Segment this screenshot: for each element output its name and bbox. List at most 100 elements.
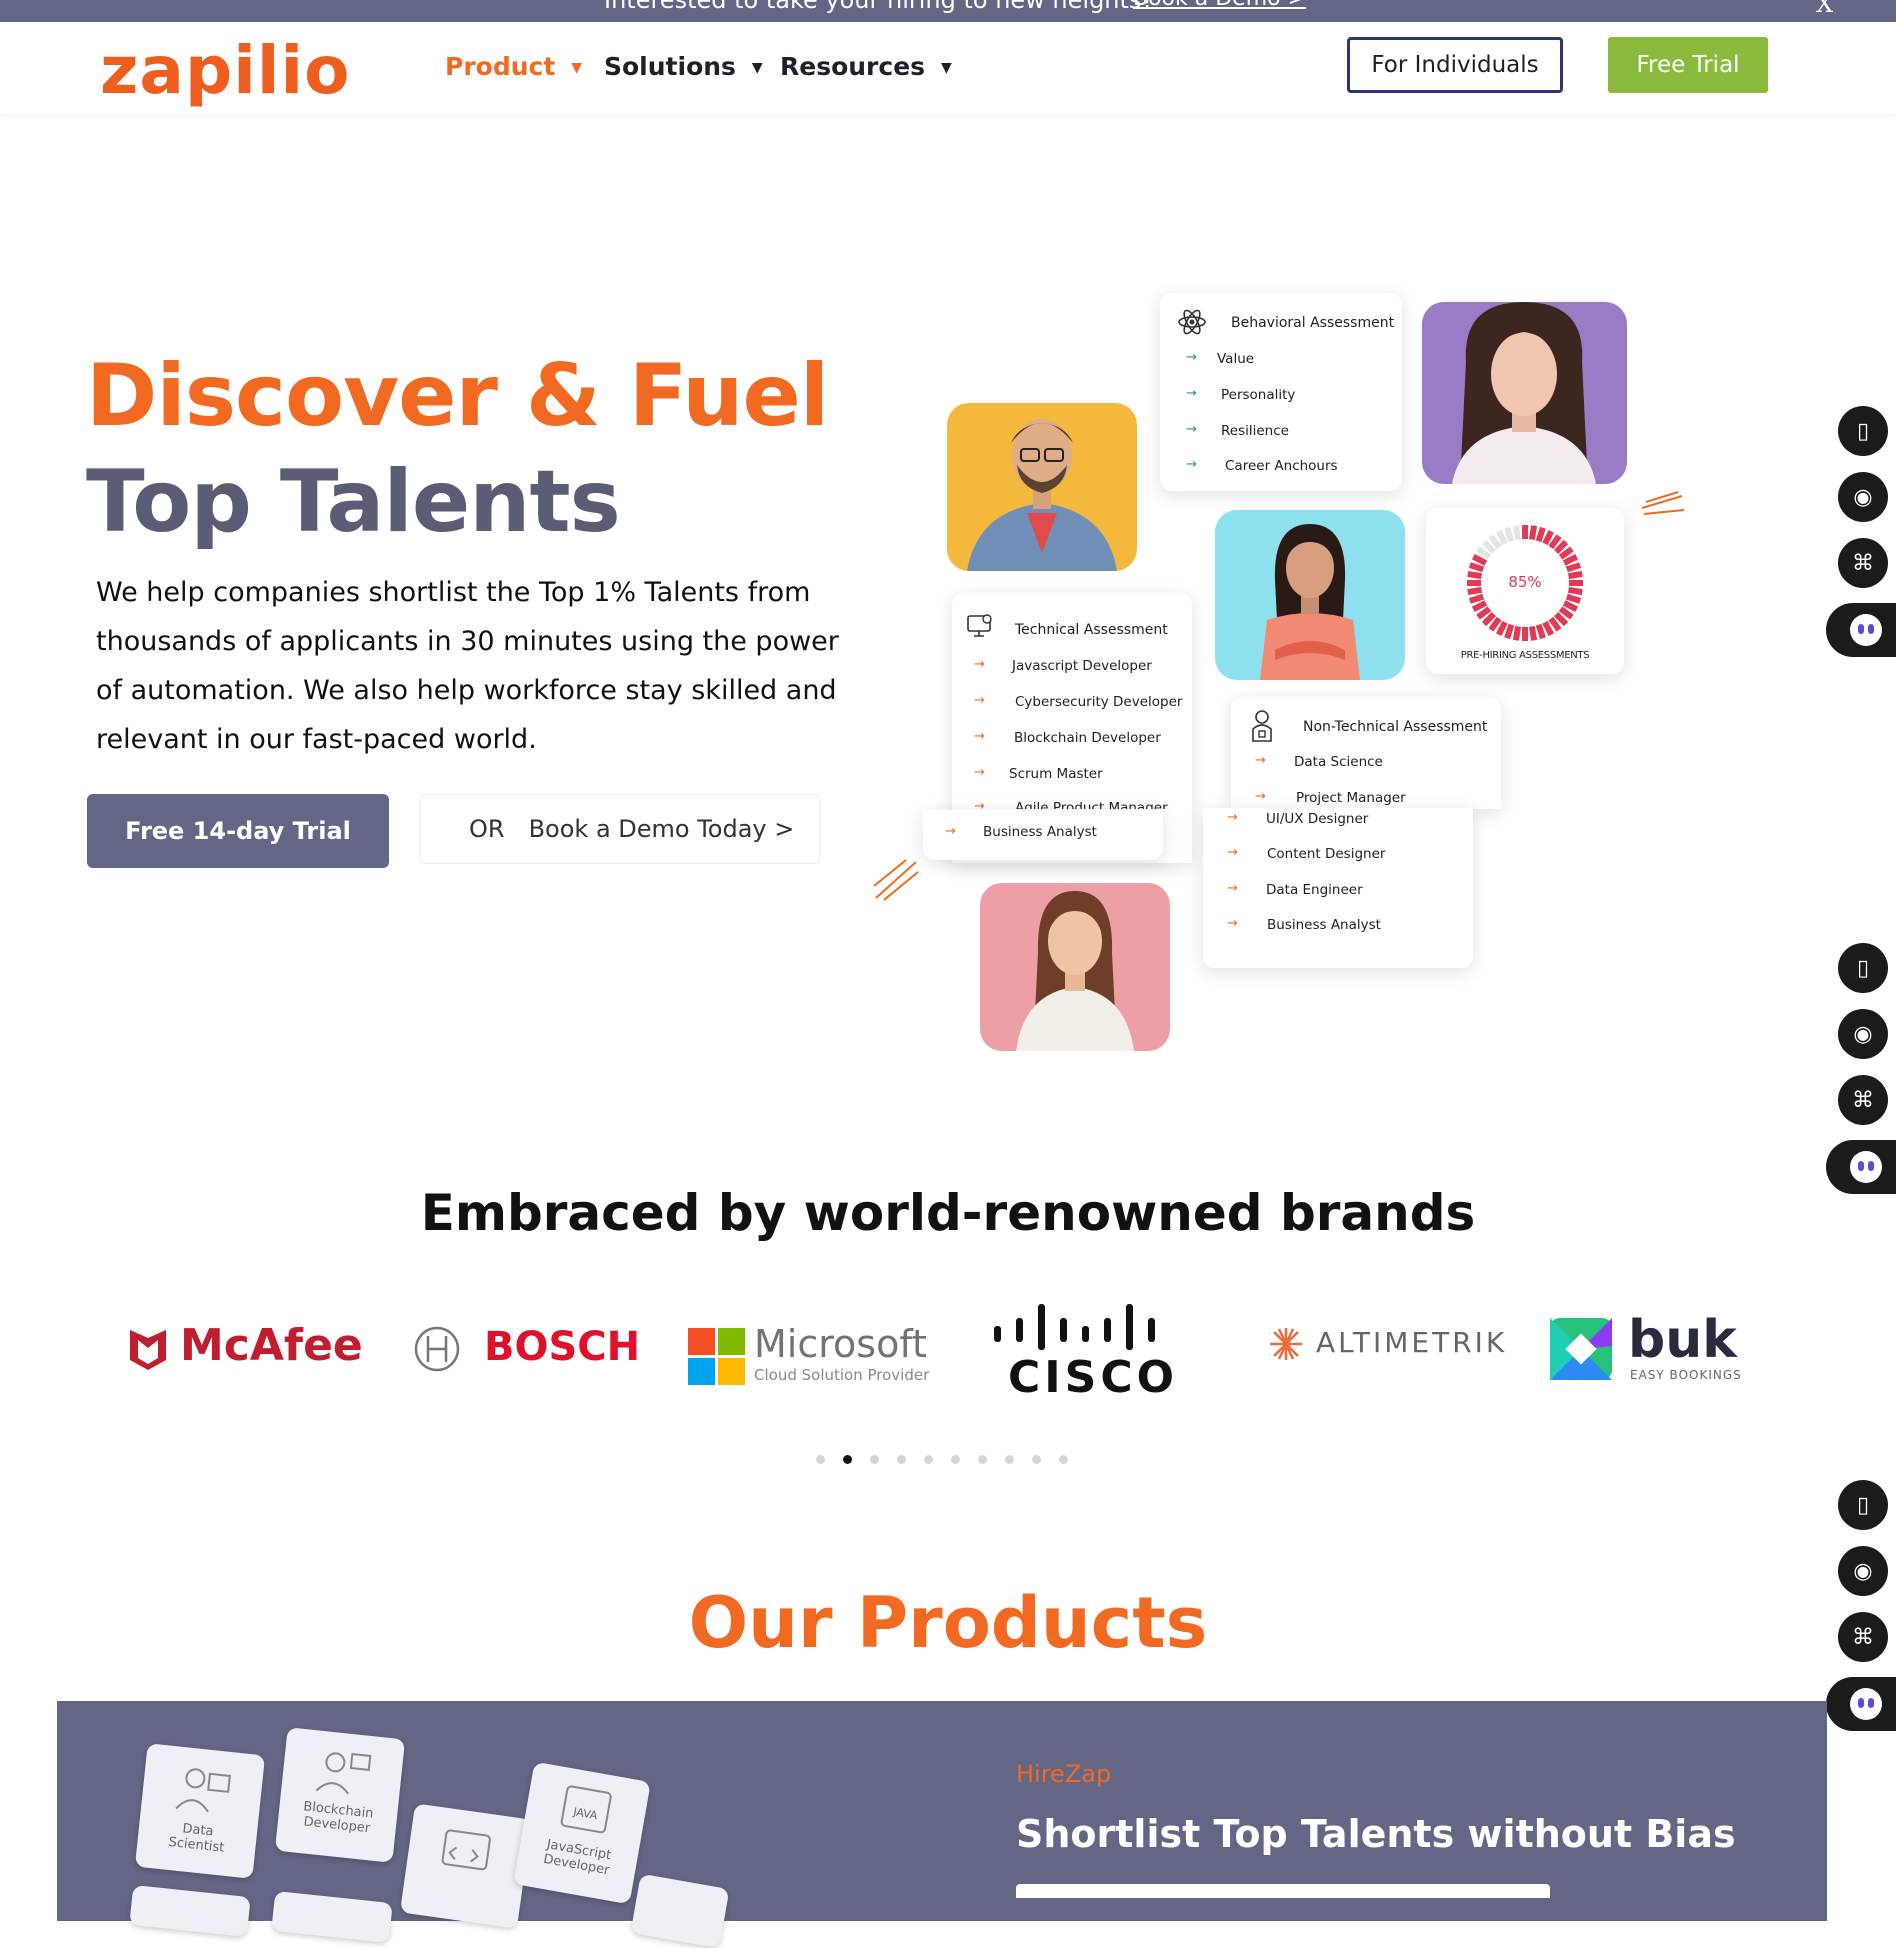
non-technical-assessment-card: Non-Technical Assessment → Data Science … — [1231, 697, 1501, 809]
non-technical-card-overflow: → UI/UX Designer → Content Designer → Da… — [1203, 808, 1473, 968]
blockchain-developer-icon — [315, 1752, 372, 1795]
carousel-dot[interactable] — [924, 1455, 933, 1464]
card-title: Behavioral Assessment — [1231, 315, 1395, 331]
gauge-tick — [1558, 606, 1574, 620]
gauge-tick — [1558, 546, 1574, 560]
podcast-icon[interactable]: ◉ — [1838, 472, 1888, 522]
card-item: Data Science — [1294, 754, 1383, 770]
podcast-icon[interactable]: ◉ — [1838, 1009, 1888, 1059]
chatbot-tab[interactable] — [1826, 1677, 1896, 1731]
talent-photo-man — [947, 403, 1137, 571]
decor-strokes-icon — [1641, 491, 1685, 515]
card-item: Content Designer — [1267, 846, 1386, 862]
gauge-tick — [1481, 539, 1497, 555]
arrow-right-icon: → — [945, 824, 956, 839]
chatbot-tab[interactable] — [1826, 603, 1896, 657]
grid-icon[interactable]: ⌘ — [1838, 1075, 1888, 1125]
carousel-dot[interactable] — [1032, 1455, 1041, 1464]
tile-data-scientist: Data Scientist — [134, 1743, 266, 1879]
grid-icon[interactable]: ⌘ — [1838, 538, 1888, 588]
microsoft-wordmark: Microsoft — [754, 1322, 927, 1366]
gauge-tick — [1468, 562, 1485, 573]
gauge-tick — [1548, 534, 1562, 550]
technical-card-overflow: → Business Analyst — [923, 810, 1163, 860]
brands-heading: Embraced by world-renowned brands — [420, 1184, 1476, 1242]
card-item: Business Analyst — [1267, 917, 1381, 933]
gauge-tick — [1481, 611, 1497, 627]
decor-strokes-icon — [873, 859, 919, 901]
product-headline: Shortlist Top Talents without Bias — [1016, 1812, 1736, 1856]
book-icon[interactable]: ▯ — [1838, 1480, 1888, 1530]
arrow-right-icon: → — [1186, 457, 1197, 472]
tile-code — [399, 1803, 533, 1929]
card-item: Resilience — [1221, 423, 1289, 439]
bosch-armature-icon — [414, 1326, 460, 1372]
card-item: Value — [1217, 351, 1255, 367]
gauge-tick — [1471, 553, 1488, 566]
gauge-tick — [1471, 600, 1488, 613]
gauge-tick — [1528, 625, 1538, 641]
gauge-tick — [1512, 625, 1522, 641]
bot-icon — [1850, 614, 1882, 646]
product-name: HireZap — [1016, 1760, 1112, 1788]
logo-mcafee: McAfee — [128, 1318, 363, 1378]
mcafee-shield-icon — [130, 1330, 166, 1370]
gauge-tick — [1565, 593, 1582, 604]
arrow-right-icon: → — [974, 657, 985, 672]
talent-photo-woman-cyan — [1215, 510, 1405, 680]
gauge-tick — [1528, 525, 1538, 541]
gauge-tick — [1488, 616, 1502, 632]
arrow-right-icon: → — [1186, 350, 1197, 365]
logo-bosch: BOSCH — [414, 1320, 640, 1380]
gauge-tick — [1488, 534, 1502, 550]
tile-partial — [271, 1890, 393, 1944]
card-item-clipped: Agile Product Manager — [1015, 800, 1168, 809]
bosch-wordmark: BOSCH — [484, 1324, 641, 1370]
cisco-wordmark: CISCO — [1008, 1352, 1179, 1403]
arrow-right-icon: → — [1255, 753, 1266, 768]
carousel-dot[interactable] — [978, 1455, 987, 1464]
card-item: UI/UX Designer — [1266, 811, 1369, 827]
gauge-tick — [1562, 600, 1579, 613]
gauge-label: PRE-HIRING ASSESSMENTS — [1460, 650, 1590, 661]
mcafee-wordmark: McAfee — [180, 1320, 363, 1371]
arrow-right-icon: → — [974, 765, 985, 780]
arrow-right-icon: → — [1227, 845, 1238, 860]
gauge-tick — [1553, 539, 1569, 555]
carousel-dot[interactable] — [951, 1455, 960, 1464]
hero-illustration: Behavioral Assessment → Value → Personal… — [0, 0, 1896, 1100]
carousel-dot[interactable] — [870, 1455, 879, 1464]
arrow-right-icon: → — [1227, 881, 1238, 896]
carousel-dot[interactable] — [816, 1455, 825, 1464]
logo-cisco: CISCO — [990, 1300, 1174, 1403]
card-item: Data Engineer — [1266, 882, 1363, 898]
card-item: Cybersecurity Developer — [1015, 694, 1183, 710]
data-scientist-icon — [175, 1768, 231, 1813]
card-item: Personality — [1221, 387, 1296, 403]
tile-partial — [129, 1884, 251, 1938]
products-heading: Our Products — [688, 1582, 1208, 1664]
tile-label: Data Scientist — [167, 1821, 225, 1856]
arrow-right-icon: → — [1227, 916, 1238, 931]
card-item: Business Analyst — [983, 824, 1097, 840]
card-title: Technical Assessment — [1015, 622, 1168, 638]
logo-microsoft: Microsoft Cloud Solution Provider — [688, 1322, 930, 1392]
gauge-tick — [1476, 546, 1492, 560]
carousel-dot[interactable] — [1059, 1455, 1068, 1464]
gauge-percent: 85% — [1508, 573, 1542, 591]
altimetrik-burst-icon — [1270, 1328, 1302, 1360]
carousel-dot[interactable] — [843, 1455, 852, 1464]
monitor-icon — [967, 614, 992, 637]
arrow-right-icon: → — [1255, 789, 1266, 804]
person-badge-icon — [1252, 710, 1272, 742]
gauge-tick — [1548, 616, 1562, 632]
book-icon[interactable]: ▯ — [1838, 406, 1888, 456]
microsoft-subtitle: Cloud Solution Provider — [754, 1366, 930, 1384]
gauge-tick — [1504, 526, 1515, 543]
carousel-dot[interactable] — [897, 1455, 906, 1464]
book-icon[interactable]: ▯ — [1838, 943, 1888, 993]
pre-hiring-card: 85% PRE-HIRING ASSESSMENTS — [1426, 508, 1624, 674]
card-title: Non-Technical Assessment — [1303, 719, 1488, 735]
carousel-dot[interactable] — [1005, 1455, 1014, 1464]
gauge-tick — [1535, 526, 1546, 543]
